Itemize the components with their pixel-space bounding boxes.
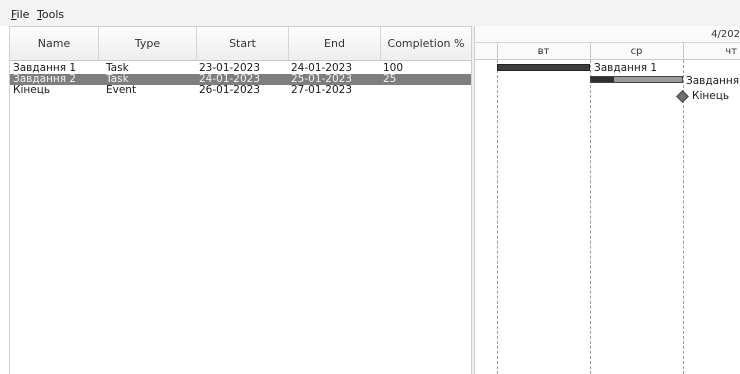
column-header-end[interactable]: End xyxy=(289,27,381,61)
day-label-tue: вт xyxy=(537,46,550,57)
cell-type: Event xyxy=(106,84,137,96)
day-gridline xyxy=(683,60,684,374)
cell-completion: 25 xyxy=(383,73,397,85)
cell-start: 26-01-2023 xyxy=(199,84,261,96)
cell-name: Кінець xyxy=(13,84,51,96)
task-bar-2[interactable] xyxy=(590,76,683,83)
day-gridline xyxy=(590,60,591,374)
menu-tools-label: ools xyxy=(41,8,65,21)
task-bar-1[interactable] xyxy=(497,64,590,71)
task-table: Name Type Start End Completion % Завданн… xyxy=(9,26,472,374)
day-label-wed: ср xyxy=(630,46,643,57)
gantt-date-header: 4/202 xyxy=(475,26,740,43)
task-bar-2-progress xyxy=(591,77,614,82)
menu-file[interactable]: File xyxy=(11,8,29,21)
day-divider xyxy=(683,43,684,60)
cell-end: 27-01-2023 xyxy=(291,84,353,96)
day-divider xyxy=(590,43,591,60)
task-bar-label-2: Завдання xyxy=(686,75,740,87)
task-bar-label-1: Завдання 1 xyxy=(594,62,658,74)
day-label-thu: чт xyxy=(725,46,737,57)
column-header-name[interactable]: Name xyxy=(10,27,99,61)
gantt-chart: 4/202 вт ср чт Завдання 1 Завдання Кінец… xyxy=(475,26,740,374)
table-header: Name Type Start End Completion % xyxy=(10,27,472,61)
day-divider xyxy=(497,43,498,60)
milestone-diamond-icon[interactable] xyxy=(676,90,689,103)
column-header-completion[interactable]: Completion % xyxy=(381,27,472,61)
milestone-label: Кінець xyxy=(692,90,730,102)
table-row[interactable]: Кінець Event 26-01-2023 27-01-2023 xyxy=(10,85,472,96)
column-header-type[interactable]: Type xyxy=(99,27,197,61)
menu-file-label: ile xyxy=(16,8,30,21)
menu-bar: File Tools xyxy=(0,0,740,26)
column-header-start[interactable]: Start xyxy=(197,27,289,61)
gantt-date-label: 4/202 xyxy=(711,29,740,40)
day-gridline xyxy=(497,60,498,374)
gantt-day-header: вт ср чт xyxy=(475,43,740,60)
menu-tools[interactable]: Tools xyxy=(37,8,64,21)
